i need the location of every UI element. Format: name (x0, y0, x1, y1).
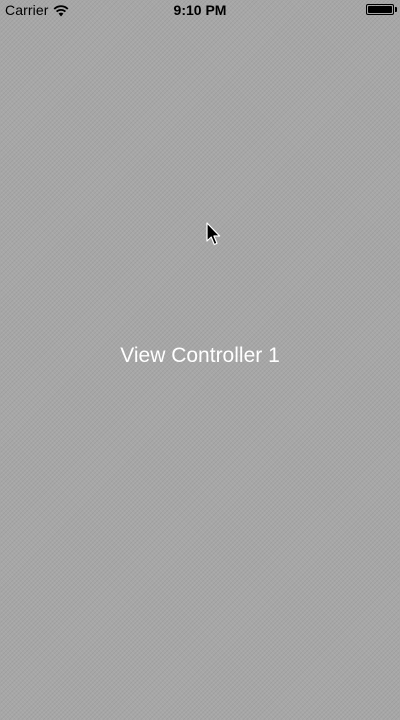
battery-icon (366, 4, 394, 15)
mouse-pointer-icon (206, 222, 222, 248)
app-screen: Carrier 9:10 PM View Controller 1 (0, 0, 400, 720)
battery-fill (368, 6, 392, 13)
status-bar: Carrier 9:10 PM (0, 0, 400, 20)
status-time: 9:10 PM (173, 2, 227, 18)
battery-tip (395, 7, 397, 12)
view-controller-title: View Controller 1 (120, 344, 280, 367)
